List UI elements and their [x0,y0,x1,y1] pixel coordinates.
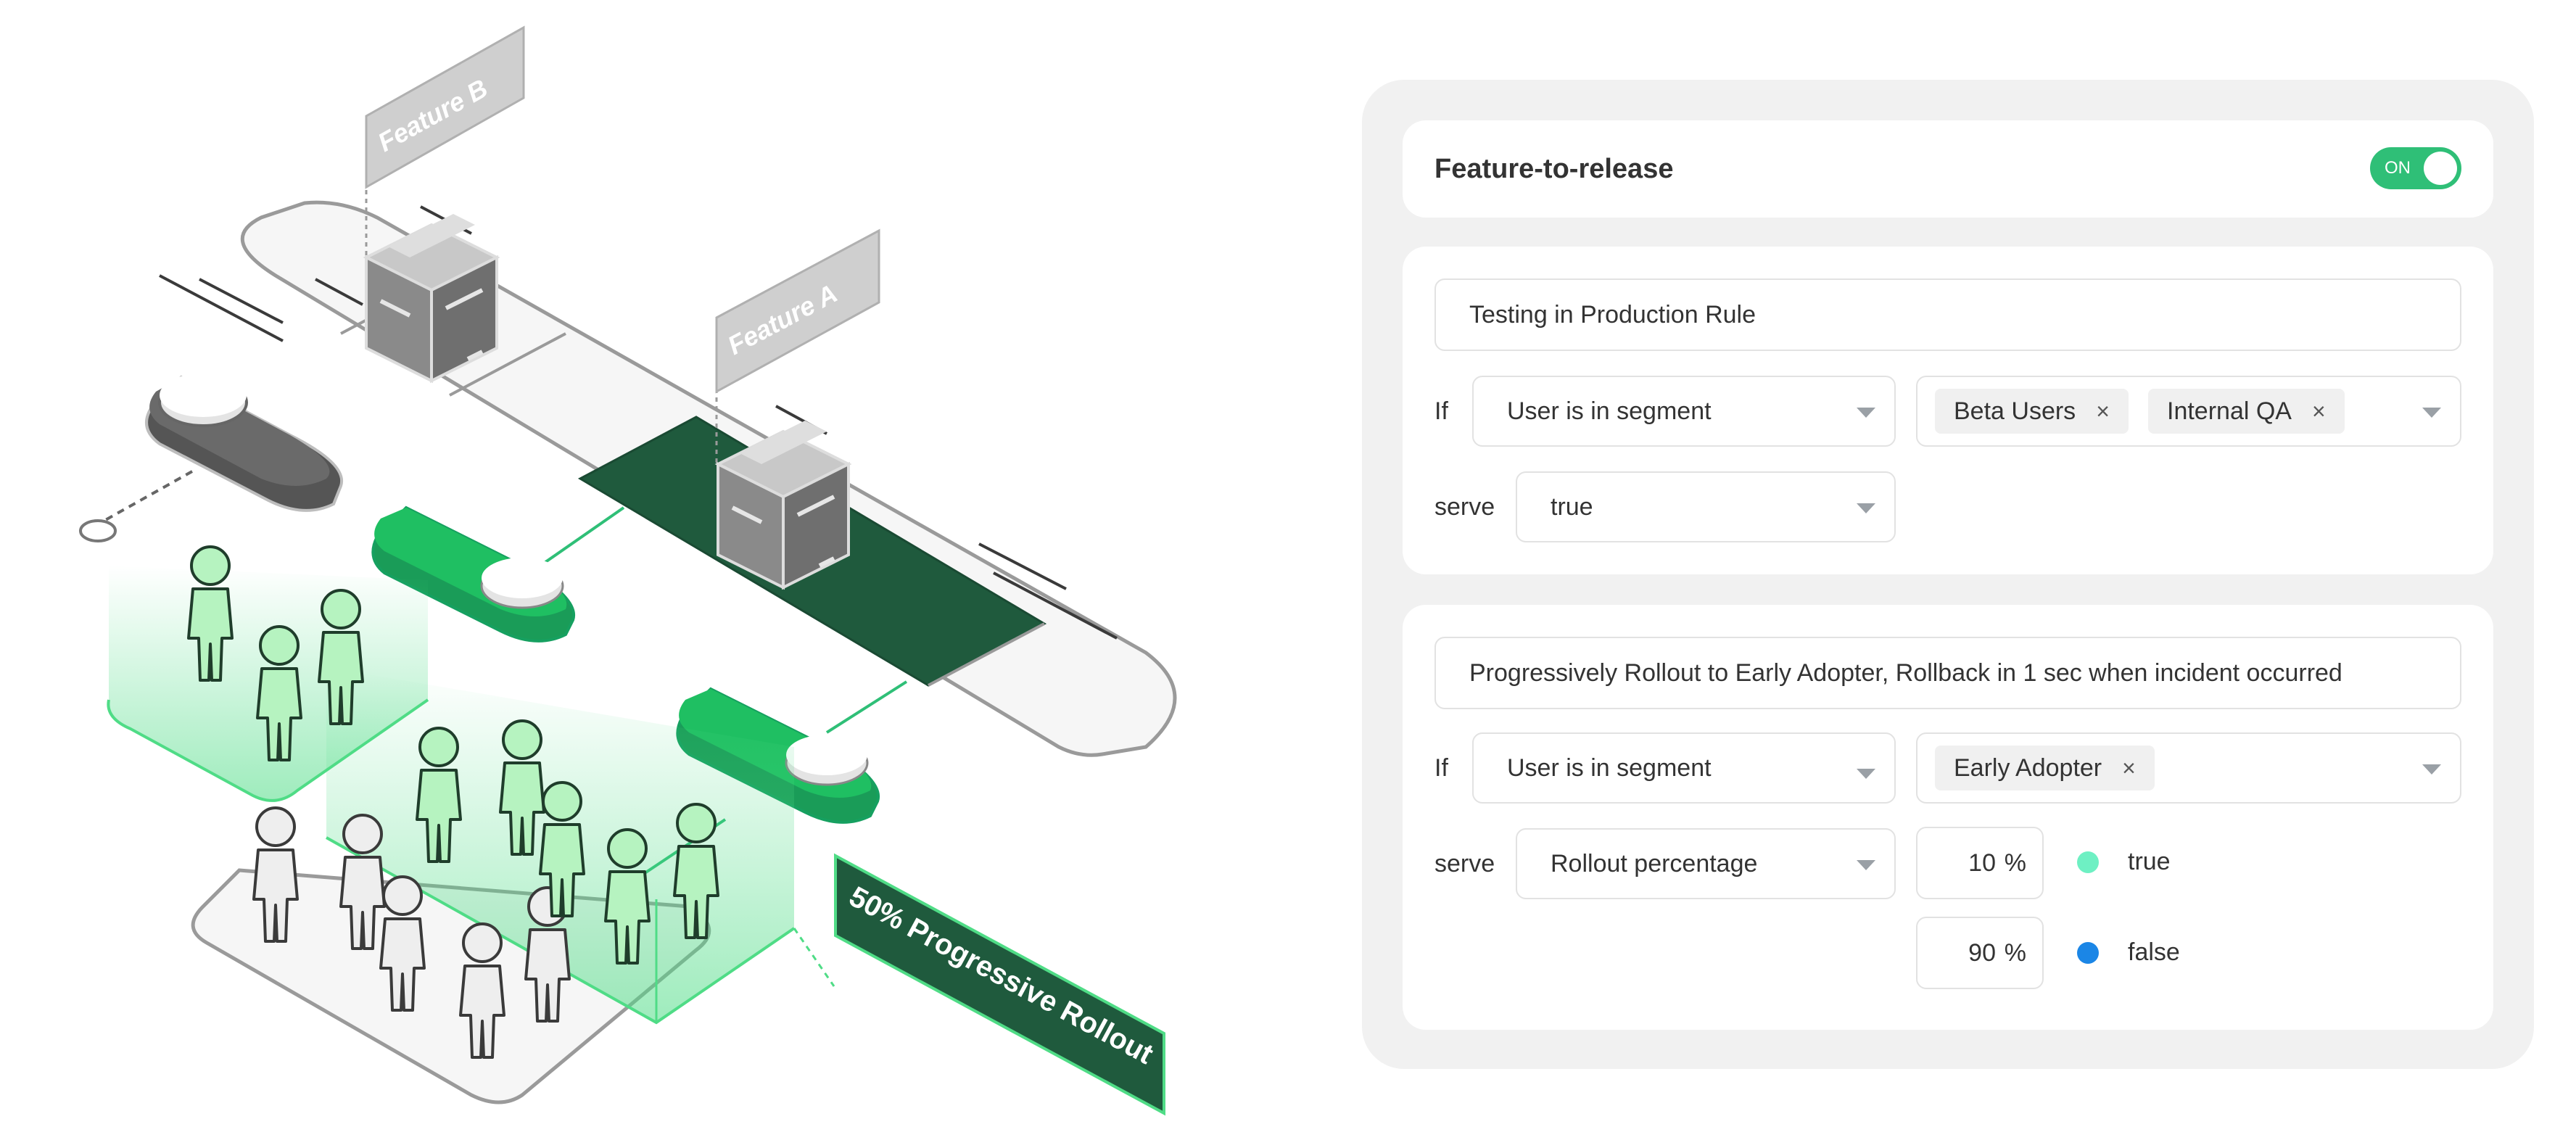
toggle-label: ON [2385,158,2411,178]
segment-chip-label: Beta Users [1954,397,2076,425]
rollout-banner: 50% Progressive Rollout [834,853,1165,1116]
serve-select[interactable]: true [1516,471,1896,542]
remove-icon[interactable]: × [2096,398,2110,424]
segment-chip-label: Early Adopter [1954,754,2102,782]
false-variation-label: false [2128,938,2180,966]
rule-card-testing: Testing in Production Rule If User is in… [1403,247,2493,574]
rule-name-text: Progressively Rollout to Early Adopter, … [1469,659,2342,687]
chevron-down-icon [1857,408,1875,418]
segment-chip-label: Internal QA [2167,397,2292,425]
true-variation-dot [2077,851,2099,873]
rule-card-rollout: Progressively Rollout to Early Adopter, … [1403,605,2493,1030]
rule-name-input[interactable]: Testing in Production Rule [1434,278,2461,351]
percent-value: 90 [1968,939,1996,967]
segment-multiselect[interactable]: Beta Users × Internal QA × [1916,376,2461,447]
serve-label: serve [1434,493,1495,521]
chevron-down-icon [1857,503,1875,513]
segment-chip: Beta Users × [1935,389,2129,434]
if-label: If [1434,397,1448,425]
feature-flag-panel: Feature-to-release ON Testing in Product… [1362,80,2534,1069]
true-percentage-input[interactable]: 10 % [1916,827,2044,899]
flag-toggle[interactable]: ON [2370,147,2461,189]
rule-name-input[interactable]: Progressively Rollout to Early Adopter, … [1434,637,2461,709]
switch-off-icon [79,373,344,542]
false-percentage-input[interactable]: 90 % [1916,917,2044,989]
percent-symbol: % [2004,939,2026,967]
if-label: If [1434,754,1448,782]
feature-rollout-illustration: Feature B Feature A 50% Progressive Roll… [79,25,1177,1116]
false-variation-dot [2077,942,2099,964]
toggle-knob [2424,152,2457,185]
serve-value: true [1551,493,1593,521]
flag-title: Feature-to-release [1434,154,1674,184]
segment-multiselect[interactable]: Early Adopter × [1916,732,2461,804]
chevron-down-icon [1857,860,1875,870]
rollout-banner-label: 50% Progressive Rollout [844,880,1159,1070]
percent-symbol: % [2004,849,2026,877]
rule-name-text: Testing in Production Rule [1469,301,1756,329]
remove-icon[interactable]: × [2312,398,2326,424]
chevron-down-icon [1857,769,1875,779]
remove-icon[interactable]: × [2122,755,2136,781]
condition-value: User is in segment [1507,397,1712,425]
chevron-down-icon [2422,408,2441,418]
chevron-down-icon [2422,764,2441,775]
condition-select[interactable]: User is in segment [1472,732,1896,804]
flag-header-card: Feature-to-release ON [1403,120,2493,218]
condition-select[interactable]: User is in segment [1472,376,1896,447]
condition-value: User is in segment [1507,754,1712,782]
percent-value: 10 [1968,849,1996,877]
serve-label: serve [1434,850,1495,877]
serve-select[interactable]: Rollout percentage [1516,828,1896,899]
segment-chip: Early Adopter × [1935,746,2155,790]
true-variation-label: true [2128,848,2171,875]
serve-value: Rollout percentage [1551,850,1758,877]
segment-chip: Internal QA × [2148,389,2345,434]
